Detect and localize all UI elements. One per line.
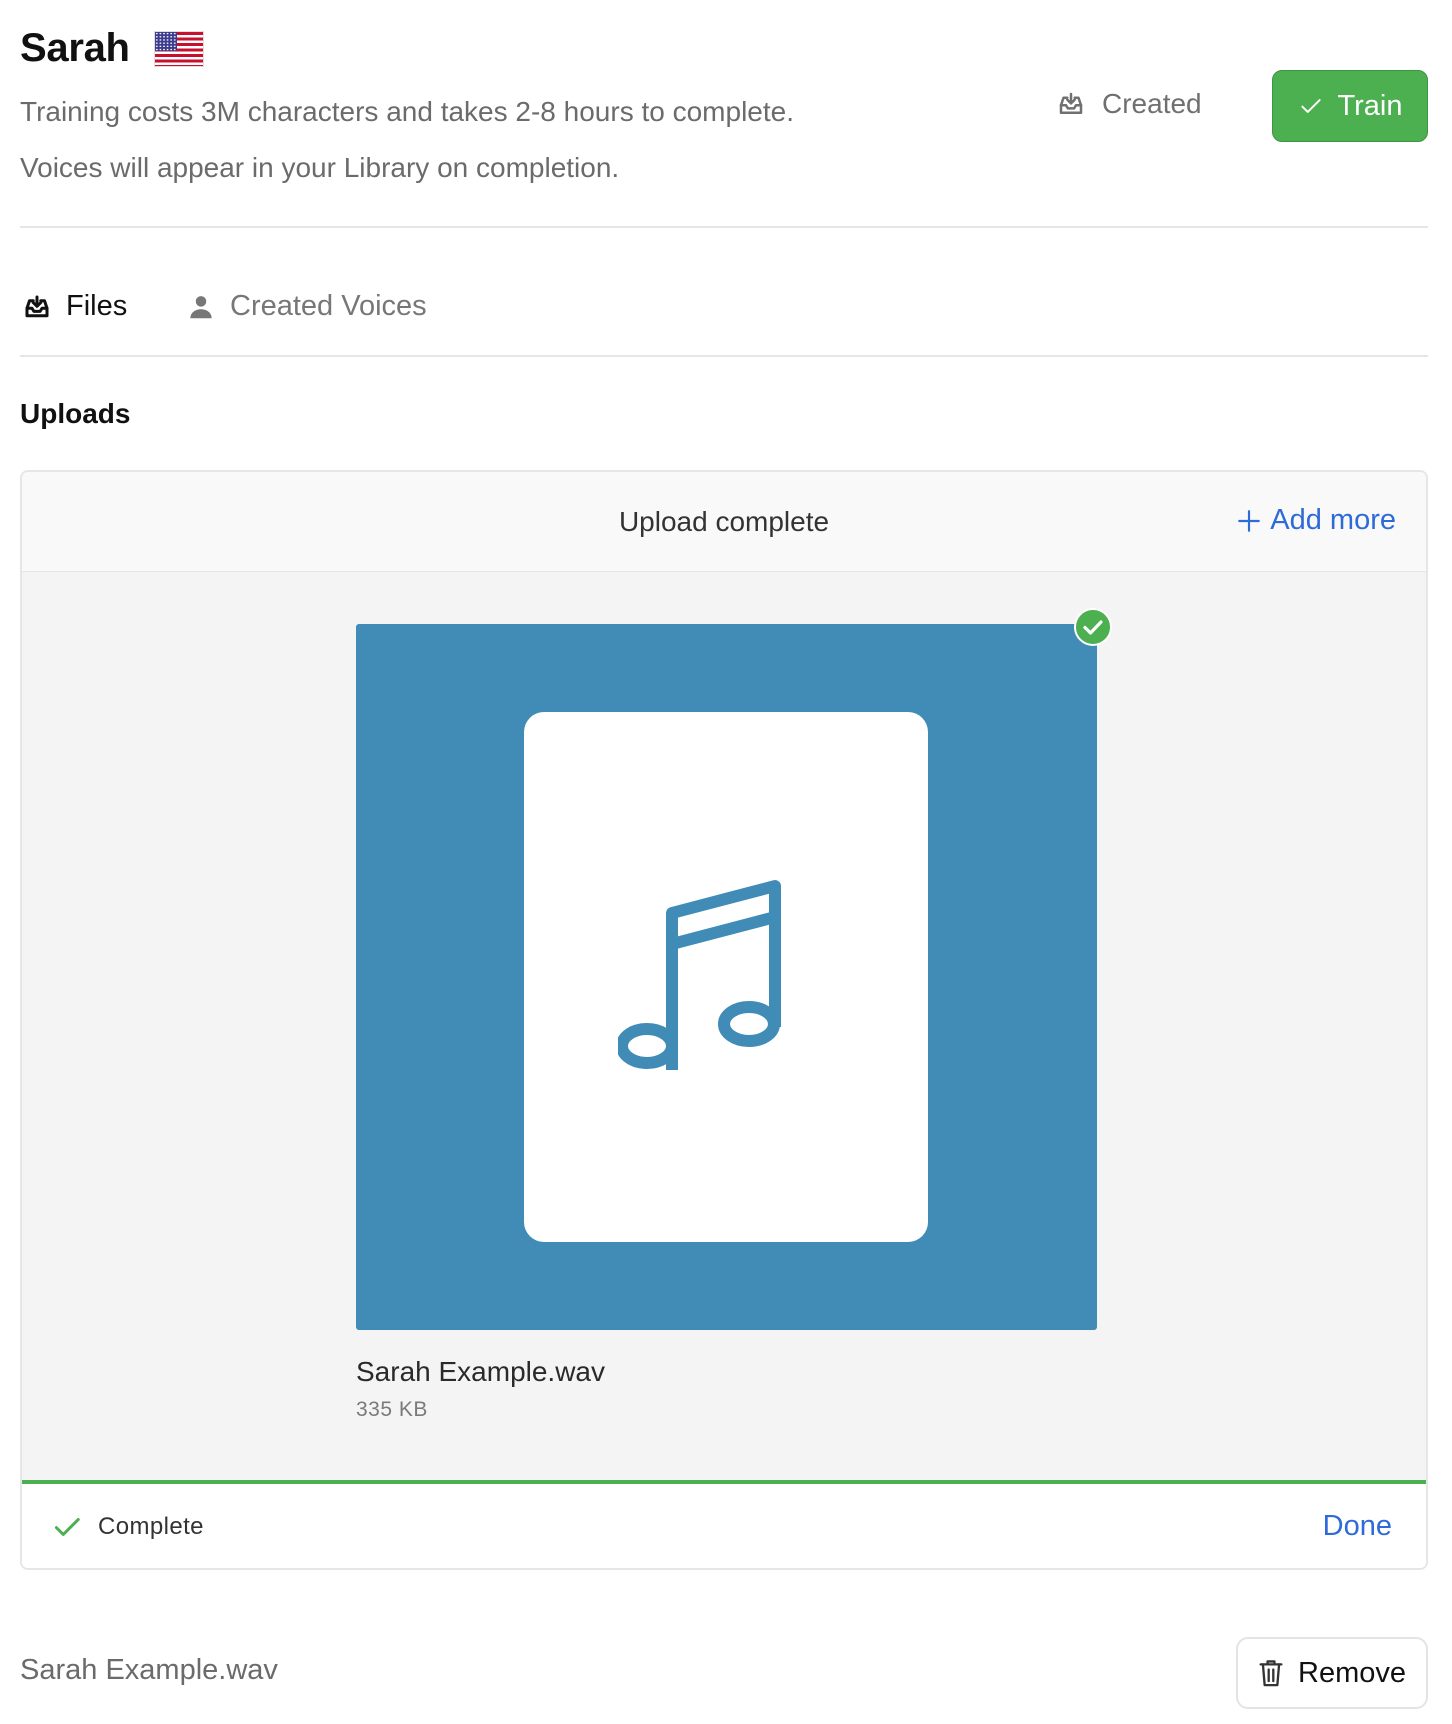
inbox-download-icon	[25, 295, 49, 317]
status-indicator: Created	[1056, 88, 1202, 120]
upload-panel-header: Upload complete Add more	[22, 472, 1426, 572]
upload-status-title: Upload complete	[618, 506, 830, 537]
voice-training-page: Sarah Training costs 3M characters and t…	[0, 0, 1452, 1724]
file-list-item-name: Sarah Example.wav	[20, 1654, 278, 1686]
remove-button-label: Remove	[1298, 1656, 1406, 1689]
us-flag-icon	[153, 30, 204, 67]
upload-panel-footer: Complete Done	[22, 1484, 1426, 1568]
uploaded-file-size: 335 KB	[356, 1398, 428, 1421]
upload-panel: Upload complete Add more Sarah Example.w…	[20, 470, 1428, 1570]
tab-created-voices[interactable]: Created Voices	[186, 290, 427, 323]
trash-icon	[1259, 1660, 1283, 1687]
upload-complete-status: Complete	[52, 1512, 204, 1542]
uploads-section-title: Uploads	[20, 398, 131, 429]
tab-created-voices-label: Created Voices	[230, 290, 427, 322]
uploaded-file-name: Sarah Example.wav	[356, 1356, 606, 1387]
train-button[interactable]: Train	[1272, 70, 1428, 142]
title-row: Sarah	[20, 26, 204, 71]
plus-icon	[1238, 509, 1261, 532]
tab-files-label: Files	[66, 290, 128, 322]
add-more-label: Add more	[1270, 504, 1396, 536]
person-icon	[190, 295, 212, 318]
add-more-button[interactable]: Add more	[1236, 504, 1396, 537]
tab-files[interactable]: Files	[22, 290, 127, 323]
document-card	[524, 712, 928, 1242]
training-cost-text: Training costs 3M characters and takes 2…	[20, 96, 794, 127]
upload-success-check-icon	[1074, 608, 1112, 646]
complete-label: Complete	[98, 1513, 204, 1540]
done-button[interactable]: Done	[1323, 1510, 1392, 1543]
file-thumbnail[interactable]	[356, 624, 1097, 1330]
music-note-icon	[618, 880, 781, 1070]
tabs-divider	[20, 355, 1428, 357]
remove-button[interactable]: Remove	[1236, 1637, 1428, 1709]
status-label: Created	[1102, 88, 1202, 119]
page-title: Sarah	[20, 26, 130, 70]
check-icon	[54, 1518, 80, 1536]
train-button-label: Train	[1337, 89, 1403, 122]
inbox-download-icon	[1059, 92, 1083, 114]
library-info-text: Voices will appear in your Library on co…	[20, 152, 620, 183]
check-icon	[1300, 99, 1321, 113]
header-divider	[20, 226, 1428, 228]
